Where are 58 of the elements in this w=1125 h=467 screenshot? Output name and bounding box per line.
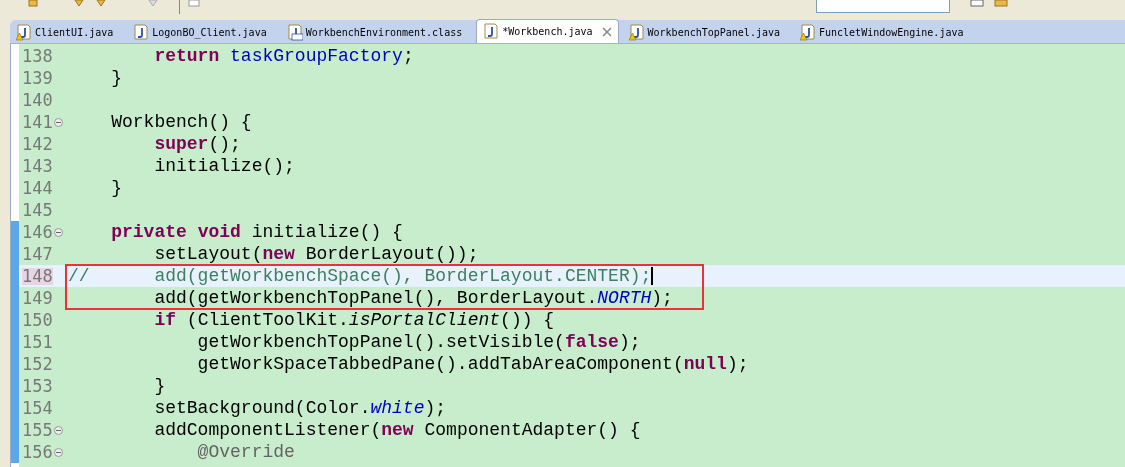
code-line: } <box>110 179 122 197</box>
folder-icon[interactable] <box>994 0 1008 8</box>
line-number: 144 <box>22 179 53 197</box>
line-number: 142 <box>22 135 53 153</box>
collapse-icon[interactable] <box>54 117 63 127</box>
collapse-icon[interactable] <box>54 227 63 237</box>
code-line: private void initialize() { <box>110 223 403 241</box>
code-line: if (ClientToolKit.isPortalClient()) { <box>153 311 555 329</box>
code-line: // add(getWorkbenchSpace(), BorderLayout.CENTER); <box>68 267 652 285</box>
code-line: setBackground(Color.white); <box>153 399 447 417</box>
code-line: setLayout(new BorderLayout()); <box>153 245 479 263</box>
line-number: 148 <box>22 267 53 285</box>
code-line: add(getWorkbenchTopPanel(), BorderLayout.NORTH); <box>153 289 673 307</box>
editor-tab[interactable]: WorkbenchTopPanel.java <box>622 21 786 43</box>
code-line: Workbench() { <box>110 113 252 131</box>
line-number: 153 <box>22 377 53 395</box>
code-line: return taskGroupFactory; <box>153 47 414 65</box>
class-file-icon <box>286 23 303 41</box>
editor-tab[interactable]: FuncletWindowEngine.java <box>794 21 970 43</box>
line-number: 138 <box>22 47 53 65</box>
line-number: 143 <box>22 157 53 175</box>
line-number: 154 <box>22 399 53 417</box>
close-icon[interactable] <box>601 26 612 37</box>
code-line: super(); <box>153 135 241 153</box>
line-number: 145 <box>22 201 53 219</box>
line-number: 156 <box>22 443 53 461</box>
code-line: @Override <box>196 443 295 461</box>
editor-tab[interactable]: ClientUI.java <box>10 21 120 43</box>
line-number: 150 <box>22 311 53 329</box>
toolbar-icon[interactable] <box>28 0 38 8</box>
editor-tab[interactable]: LogonBO_Client.java <box>127 21 273 43</box>
line-number: 155 <box>22 421 53 439</box>
code-line: } <box>153 377 166 395</box>
java-file-icon <box>483 23 500 40</box>
line-number: 151 <box>22 333 53 351</box>
toolbar-icon[interactable] <box>188 0 200 8</box>
back-arrow-icon[interactable] <box>73 0 85 8</box>
back-arrow-icon[interactable] <box>95 0 107 8</box>
line-number: 149 <box>22 289 53 307</box>
line-number: 141 <box>22 113 53 131</box>
editor-tab[interactable]: WorkbenchEnvironment.class <box>280 21 469 43</box>
code-line: } <box>110 69 122 87</box>
editor-tab[interactable]: *Workbench.java <box>476 19 619 43</box>
line-number: 152 <box>22 355 53 373</box>
line-number: 147 <box>22 245 53 263</box>
line-number: 146 <box>22 223 53 241</box>
layout-icon[interactable] <box>970 0 984 8</box>
line-number: 140 <box>22 91 53 109</box>
forward-arrow-icon[interactable] <box>147 0 159 8</box>
code-line: addComponentListener(new ComponentAdapter() { <box>153 421 641 439</box>
collapse-icon[interactable] <box>54 425 63 435</box>
code-line: getWorkSpaceTabbedPane().addTabAreaComponent(null); <box>196 355 749 373</box>
collapse-icon[interactable] <box>54 447 63 457</box>
code-line: getWorkbenchTopPanel().setVisible(false); <box>196 333 641 351</box>
java-file-icon <box>133 23 150 41</box>
code-line: initialize(); <box>153 157 295 175</box>
search-field[interactable] <box>816 0 950 13</box>
line-number: 139 <box>22 69 53 87</box>
